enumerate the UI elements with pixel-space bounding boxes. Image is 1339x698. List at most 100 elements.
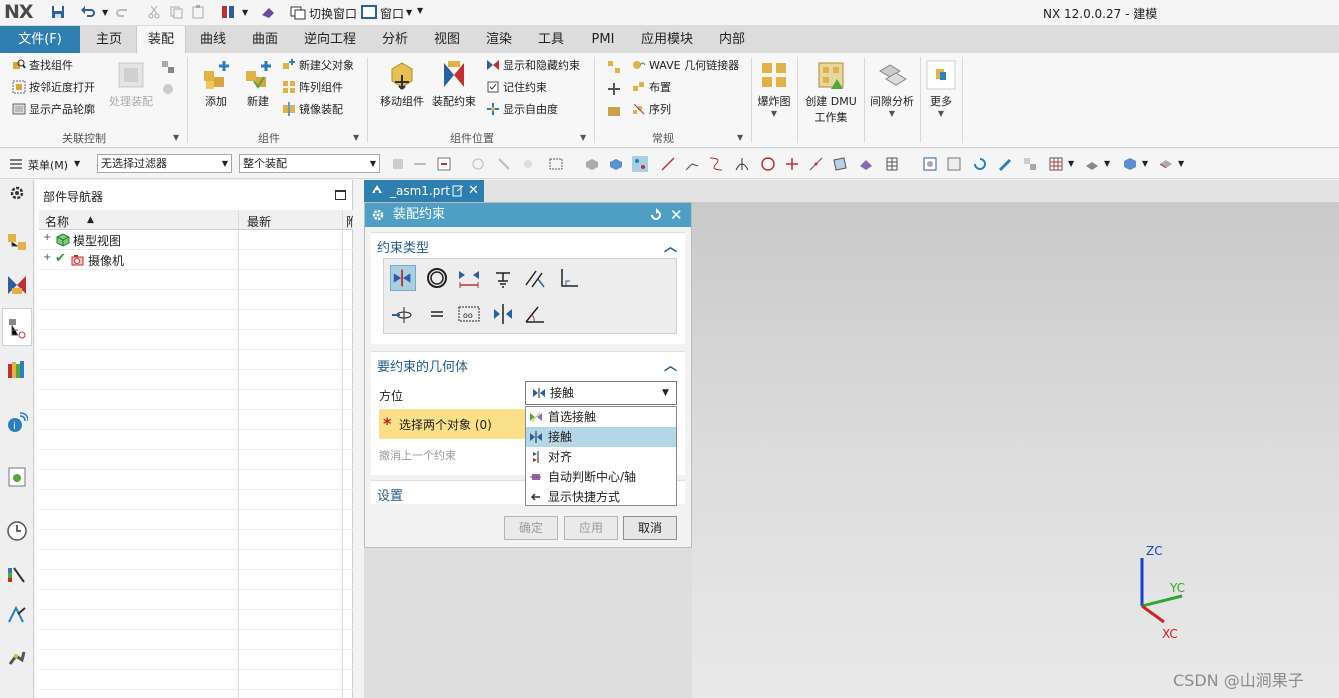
undo-last-constraint[interactable]: 撤消上一个约束	[379, 447, 456, 463]
grid-snap-icon[interactable]	[884, 156, 900, 172]
copy-icon[interactable]	[168, 4, 184, 20]
rotate-view-icon[interactable]	[972, 156, 988, 172]
select-tool4-icon[interactable]	[496, 156, 512, 172]
tab-curve[interactable]: 曲线	[188, 26, 238, 53]
show-hide-constraints-button[interactable]: 显示和隐藏约束	[486, 57, 580, 75]
close-tab-icon[interactable]: ✕	[468, 180, 479, 202]
column-attach-header[interactable]: 附	[344, 210, 353, 229]
constraint-navigator-icon[interactable]	[6, 274, 28, 296]
apply-button[interactable]: 应用	[564, 516, 618, 540]
new-parent-button[interactable]: 新建父对象	[282, 57, 354, 75]
roles-icon[interactable]	[6, 564, 28, 586]
reuse-library-icon[interactable]	[6, 358, 28, 380]
center-constraint-icon[interactable]: oo	[456, 301, 482, 327]
tab-file[interactable]: 文件(F)	[0, 26, 80, 53]
shaded-dropdown-icon[interactable]: ▼	[1142, 159, 1148, 168]
orientation-select[interactable]: 接触 ▼	[525, 381, 677, 405]
show-dof-button[interactable]: 显示自由度	[486, 101, 558, 119]
history-icon[interactable]	[6, 466, 28, 488]
render-dropdown-icon[interactable]: ▼	[1104, 159, 1110, 168]
create-dmu-workset-button[interactable]: 创建 DMU 工作集	[800, 59, 862, 125]
rectangle-select-icon[interactable]	[548, 156, 564, 172]
paste-icon[interactable]	[190, 4, 206, 20]
symmetric-constraint-icon[interactable]	[490, 301, 516, 327]
select-solid-icon[interactable]	[608, 156, 624, 172]
pen-tool-icon[interactable]	[998, 156, 1014, 172]
close-dialog-icon[interactable]: ✕	[670, 203, 683, 227]
select-objects-row[interactable]: * 选择两个对象 (0)	[379, 409, 525, 439]
layout-tool-icon[interactable]	[1022, 156, 1038, 172]
tab-view[interactable]: 视图	[422, 26, 472, 53]
switch-window-icon[interactable]	[290, 4, 306, 20]
snap-tool-icon[interactable]	[390, 156, 406, 172]
settings-gear-icon[interactable]	[8, 184, 26, 202]
plane-snap-icon[interactable]	[858, 156, 874, 172]
tree-row-model-views[interactable]: + 模型视图	[39, 230, 353, 250]
group-expand-icon[interactable]: ▼	[737, 133, 743, 142]
general-icon-1[interactable]	[606, 59, 622, 75]
perpendicular-constraint-icon[interactable]	[556, 265, 582, 291]
tab-surface[interactable]: 曲面	[240, 26, 290, 53]
expand-icon[interactable]: +	[43, 232, 51, 243]
assoc-extra-icon[interactable]	[160, 59, 176, 75]
eraser-icon[interactable]	[260, 4, 276, 20]
switch-window-button[interactable]: 切换窗口	[309, 5, 357, 22]
selection-scope-select[interactable]: 整个装配 ▼	[239, 154, 380, 173]
general-icon-2[interactable]	[606, 81, 622, 97]
open-by-proximity-button[interactable]: 按邻近度打开	[12, 79, 95, 97]
group-expand-icon[interactable]: ▼	[353, 133, 359, 142]
redo-icon[interactable]	[115, 4, 131, 20]
process-assembly-button[interactable]: 处理装配	[105, 59, 157, 109]
select-tool5-icon[interactable]	[520, 156, 536, 172]
select-feature-icon[interactable]	[436, 156, 452, 172]
clearance-analysis-button[interactable]: 间隙分析 ▼	[866, 59, 918, 118]
save-icon[interactable]	[50, 4, 66, 20]
option-prefer-touch[interactable]: 首选接触	[526, 407, 676, 427]
move-component-button[interactable]: 移动组件	[376, 59, 428, 109]
bond-constraint-icon[interactable]	[424, 301, 450, 327]
window-menu[interactable]: 窗口	[380, 5, 404, 22]
arc-center-snap-icon[interactable]	[760, 156, 776, 172]
sequence-button[interactable]: 序列	[632, 101, 671, 119]
window-icon[interactable]	[361, 4, 377, 20]
remember-constraints-button[interactable]: 记住约束	[486, 79, 547, 97]
select-body-icon[interactable]	[584, 156, 600, 172]
select-tool3-icon[interactable]	[470, 156, 486, 172]
touch-align-constraint-icon[interactable]	[390, 265, 416, 291]
arrangement-button[interactable]: 布置	[632, 79, 671, 97]
point-snap-icon[interactable]	[784, 156, 800, 172]
expand-icon[interactable]: +	[43, 252, 51, 263]
tab-tools[interactable]: 工具	[526, 26, 576, 53]
assembly-navigator-icon[interactable]	[6, 232, 28, 254]
undo-icon[interactable]	[80, 4, 96, 20]
exploded-view-button[interactable]: 爆炸图 ▼	[754, 59, 794, 118]
cut-icon[interactable]	[146, 4, 162, 20]
fix-constraint-icon[interactable]	[490, 265, 516, 291]
cancel-button[interactable]: 取消	[623, 516, 677, 540]
collapse-chevron-icon[interactable]: ︿	[664, 236, 677, 255]
assembly-constraint-button[interactable]: 装配约束	[428, 59, 480, 109]
tangent-snap-icon[interactable]	[808, 156, 824, 172]
column-latest-header[interactable]: 最新	[239, 210, 343, 229]
find-component-button[interactable]: 查找组件	[12, 57, 73, 75]
system-material-icon[interactable]	[6, 604, 28, 626]
constraint-type-section-header[interactable]: 约束类型 ︿	[371, 232, 685, 256]
mirror-assembly-button[interactable]: 镜像装配	[282, 101, 343, 119]
snap-tool2-icon[interactable]	[412, 156, 428, 172]
tab-assembly[interactable]: 装配	[136, 26, 186, 53]
menu-button[interactable]: 菜单(M)	[28, 157, 68, 173]
select-component-icon[interactable]	[632, 156, 648, 172]
group-expand-icon[interactable]: ▼	[580, 133, 586, 142]
option-align[interactable]: 对齐	[526, 447, 676, 467]
orient-view-icon[interactable]	[1158, 156, 1174, 172]
option-infer-center-axis[interactable]: 自动判断中心/轴	[526, 467, 676, 487]
show-product-outline-button[interactable]: 显示产品轮廓	[12, 101, 95, 119]
option-touch[interactable]: 接触	[526, 427, 676, 447]
layer-dropdown-icon[interactable]: ▼	[1068, 159, 1074, 168]
orient-dropdown-icon[interactable]: ▼	[1178, 159, 1184, 168]
angle-constraint-icon[interactable]	[522, 301, 548, 327]
assembly-tool-icon[interactable]	[220, 4, 236, 20]
graphics-viewport-lower[interactable]	[364, 548, 692, 698]
tab-internal[interactable]: 内部	[706, 26, 758, 53]
layer-tool-icon[interactable]	[1048, 156, 1064, 172]
